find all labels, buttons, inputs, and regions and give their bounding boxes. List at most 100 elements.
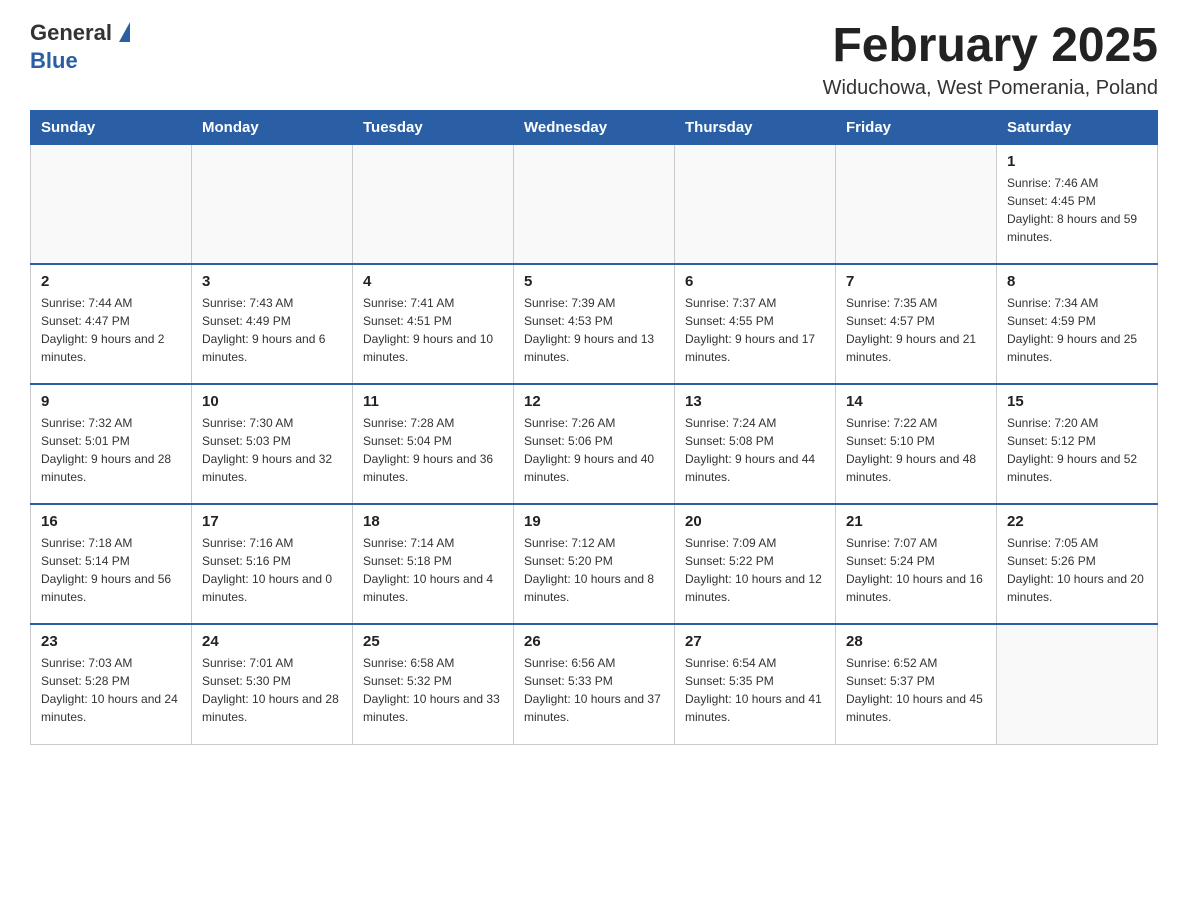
calendar-cell: 18Sunrise: 7:14 AM Sunset: 5:18 PM Dayli… bbox=[353, 504, 514, 624]
day-number: 4 bbox=[363, 273, 503, 290]
day-number: 10 bbox=[202, 393, 342, 410]
calendar-cell: 19Sunrise: 7:12 AM Sunset: 5:20 PM Dayli… bbox=[514, 504, 675, 624]
calendar-week-4: 16 Sunrise: 7:18 AM Sunset: 5:14 PM Dayli… bbox=[31, 504, 1158, 624]
calendar-cell: 2 Sunrise: 7:44 AM Sunset: 4:47 PM Daylig… bbox=[31, 264, 192, 384]
calendar-table: SundayMondayTuesdayWednesdayThursdayFrid… bbox=[30, 110, 1158, 745]
page-header: General Blue February 2025 Widuchowa, We… bbox=[30, 20, 1158, 100]
day-number: 23 bbox=[41, 633, 181, 650]
calendar-cell: 11 Sunrise: 7:28 AM Sunset: 5:04 PM Dayli… bbox=[353, 384, 514, 504]
day-number: 16 bbox=[41, 513, 181, 530]
calendar-cell: 8 Sunrise: 7:34 AM Sunset: 4:59 PM Daylig… bbox=[997, 264, 1158, 384]
day-info: Sunrise: 7:07 AM Sunset: 5:24 PM Dayligh… bbox=[846, 534, 986, 606]
logo-blue-text: Blue bbox=[30, 48, 186, 74]
calendar-cell: 16 Sunrise: 7:18 AM Sunset: 5:14 PM Dayli… bbox=[31, 504, 192, 624]
day-number: 15 bbox=[1007, 393, 1147, 410]
calendar-cell: 21 Sunrise: 7:07 AM Sunset: 5:24 PM Dayli… bbox=[836, 504, 997, 624]
calendar-cell: 14 Sunrise: 7:22 AM Sunset: 5:10 PM Dayli… bbox=[836, 384, 997, 504]
calendar-cell: 26Sunrise: 6:56 AM Sunset: 5:33 PM Dayli… bbox=[514, 624, 675, 744]
calendar-cell bbox=[675, 144, 836, 264]
calendar-cell: 3Sunrise: 7:43 AM Sunset: 4:49 PM Daylig… bbox=[192, 264, 353, 384]
day-number: 1 bbox=[1007, 153, 1147, 170]
calendar-cell: 5Sunrise: 7:39 AM Sunset: 4:53 PM Daylig… bbox=[514, 264, 675, 384]
day-number: 20 bbox=[685, 513, 825, 530]
day-number: 17 bbox=[202, 513, 342, 530]
calendar-cell: 4 Sunrise: 7:41 AM Sunset: 4:51 PM Daylig… bbox=[353, 264, 514, 384]
day-info: Sunrise: 7:20 AM Sunset: 5:12 PM Dayligh… bbox=[1007, 414, 1147, 486]
day-info: Sunrise: 7:44 AM Sunset: 4:47 PM Dayligh… bbox=[41, 294, 181, 366]
day-info: Sunrise: 7:16 AM Sunset: 5:16 PM Dayligh… bbox=[202, 534, 342, 606]
day-header-wednesday: Wednesday bbox=[514, 110, 675, 144]
day-number: 27 bbox=[685, 633, 825, 650]
day-info: Sunrise: 6:54 AM Sunset: 5:35 PM Dayligh… bbox=[685, 654, 825, 726]
day-info: Sunrise: 7:24 AM Sunset: 5:08 PM Dayligh… bbox=[685, 414, 825, 486]
day-info: Sunrise: 7:34 AM Sunset: 4:59 PM Dayligh… bbox=[1007, 294, 1147, 366]
day-info: Sunrise: 7:03 AM Sunset: 5:28 PM Dayligh… bbox=[41, 654, 181, 726]
logo: General Blue bbox=[30, 20, 186, 75]
day-info: Sunrise: 6:58 AM Sunset: 5:32 PM Dayligh… bbox=[363, 654, 503, 726]
calendar-cell: 25 Sunrise: 6:58 AM Sunset: 5:32 PM Dayli… bbox=[353, 624, 514, 744]
day-number: 9 bbox=[41, 393, 181, 410]
day-info: Sunrise: 7:46 AM Sunset: 4:45 PM Dayligh… bbox=[1007, 174, 1147, 246]
day-number: 28 bbox=[846, 633, 986, 650]
day-number: 11 bbox=[363, 393, 503, 410]
calendar-cell: 27 Sunrise: 6:54 AM Sunset: 5:35 PM Dayli… bbox=[675, 624, 836, 744]
calendar-cell: 10 Sunrise: 7:30 AM Sunset: 5:03 PM Dayli… bbox=[192, 384, 353, 504]
day-info: Sunrise: 7:30 AM Sunset: 5:03 PM Dayligh… bbox=[202, 414, 342, 486]
day-info: Sunrise: 7:18 AM Sunset: 5:14 PM Dayligh… bbox=[41, 534, 181, 606]
day-info: Sunrise: 7:22 AM Sunset: 5:10 PM Dayligh… bbox=[846, 414, 986, 486]
day-info: Sunrise: 7:41 AM Sunset: 4:51 PM Dayligh… bbox=[363, 294, 503, 366]
calendar-header-row: SundayMondayTuesdayWednesdayThursdayFrid… bbox=[31, 110, 1158, 144]
calendar-cell bbox=[31, 144, 192, 264]
day-number: 6 bbox=[685, 273, 825, 290]
day-info: Sunrise: 7:37 AM Sunset: 4:55 PM Dayligh… bbox=[685, 294, 825, 366]
day-header-friday: Friday bbox=[836, 110, 997, 144]
calendar-cell: 7Sunrise: 7:35 AM Sunset: 4:57 PM Daylig… bbox=[836, 264, 997, 384]
calendar-cell: 12 Sunrise: 7:26 AM Sunset: 5:06 PM Dayli… bbox=[514, 384, 675, 504]
calendar-cell: 22 Sunrise: 7:05 AM Sunset: 5:26 PM Dayli… bbox=[997, 504, 1158, 624]
day-number: 25 bbox=[363, 633, 503, 650]
logo-triangle-icon bbox=[119, 22, 130, 42]
day-number: 26 bbox=[524, 633, 664, 650]
day-header-saturday: Saturday bbox=[997, 110, 1158, 144]
day-number: 8 bbox=[1007, 273, 1147, 290]
calendar-cell: 28Sunrise: 6:52 AM Sunset: 5:37 PM Dayli… bbox=[836, 624, 997, 744]
calendar-cell: 6 Sunrise: 7:37 AM Sunset: 4:55 PM Daylig… bbox=[675, 264, 836, 384]
day-header-tuesday: Tuesday bbox=[353, 110, 514, 144]
calendar-cell bbox=[353, 144, 514, 264]
calendar-cell bbox=[514, 144, 675, 264]
day-info: Sunrise: 7:09 AM Sunset: 5:22 PM Dayligh… bbox=[685, 534, 825, 606]
calendar-cell: 1 Sunrise: 7:46 AM Sunset: 4:45 PM Daylig… bbox=[997, 144, 1158, 264]
day-number: 22 bbox=[1007, 513, 1147, 530]
day-number: 21 bbox=[846, 513, 986, 530]
day-info: Sunrise: 7:01 AM Sunset: 5:30 PM Dayligh… bbox=[202, 654, 342, 726]
calendar-title: February 2025 bbox=[823, 20, 1158, 73]
calendar-cell bbox=[997, 624, 1158, 744]
calendar-cell: 15 Sunrise: 7:20 AM Sunset: 5:12 PM Dayli… bbox=[997, 384, 1158, 504]
logo-general-text: General bbox=[30, 20, 112, 46]
day-number: 18 bbox=[363, 513, 503, 530]
day-info: Sunrise: 7:28 AM Sunset: 5:04 PM Dayligh… bbox=[363, 414, 503, 486]
calendar-cell: 20 Sunrise: 7:09 AM Sunset: 5:22 PM Dayli… bbox=[675, 504, 836, 624]
day-number: 14 bbox=[846, 393, 986, 410]
day-number: 12 bbox=[524, 393, 664, 410]
calendar-week-2: 2 Sunrise: 7:44 AM Sunset: 4:47 PM Daylig… bbox=[31, 264, 1158, 384]
calendar-subtitle: Widuchowa, West Pomerania, Poland bbox=[823, 77, 1158, 100]
day-info: Sunrise: 7:39 AM Sunset: 4:53 PM Dayligh… bbox=[524, 294, 664, 366]
day-number: 13 bbox=[685, 393, 825, 410]
calendar-week-3: 9 Sunrise: 7:32 AM Sunset: 5:01 PM Daylig… bbox=[31, 384, 1158, 504]
day-header-monday: Monday bbox=[192, 110, 353, 144]
calendar-cell: 9 Sunrise: 7:32 AM Sunset: 5:01 PM Daylig… bbox=[31, 384, 192, 504]
day-number: 19 bbox=[524, 513, 664, 530]
title-block: February 2025 Widuchowa, West Pomerania,… bbox=[823, 20, 1158, 100]
day-info: Sunrise: 7:32 AM Sunset: 5:01 PM Dayligh… bbox=[41, 414, 181, 486]
day-number: 2 bbox=[41, 273, 181, 290]
day-info: Sunrise: 7:05 AM Sunset: 5:26 PM Dayligh… bbox=[1007, 534, 1147, 606]
day-header-sunday: Sunday bbox=[31, 110, 192, 144]
day-number: 3 bbox=[202, 273, 342, 290]
calendar-cell bbox=[836, 144, 997, 264]
calendar-cell bbox=[192, 144, 353, 264]
day-info: Sunrise: 7:35 AM Sunset: 4:57 PM Dayligh… bbox=[846, 294, 986, 366]
calendar-cell: 17 Sunrise: 7:16 AM Sunset: 5:16 PM Dayli… bbox=[192, 504, 353, 624]
day-info: Sunrise: 7:26 AM Sunset: 5:06 PM Dayligh… bbox=[524, 414, 664, 486]
day-header-thursday: Thursday bbox=[675, 110, 836, 144]
